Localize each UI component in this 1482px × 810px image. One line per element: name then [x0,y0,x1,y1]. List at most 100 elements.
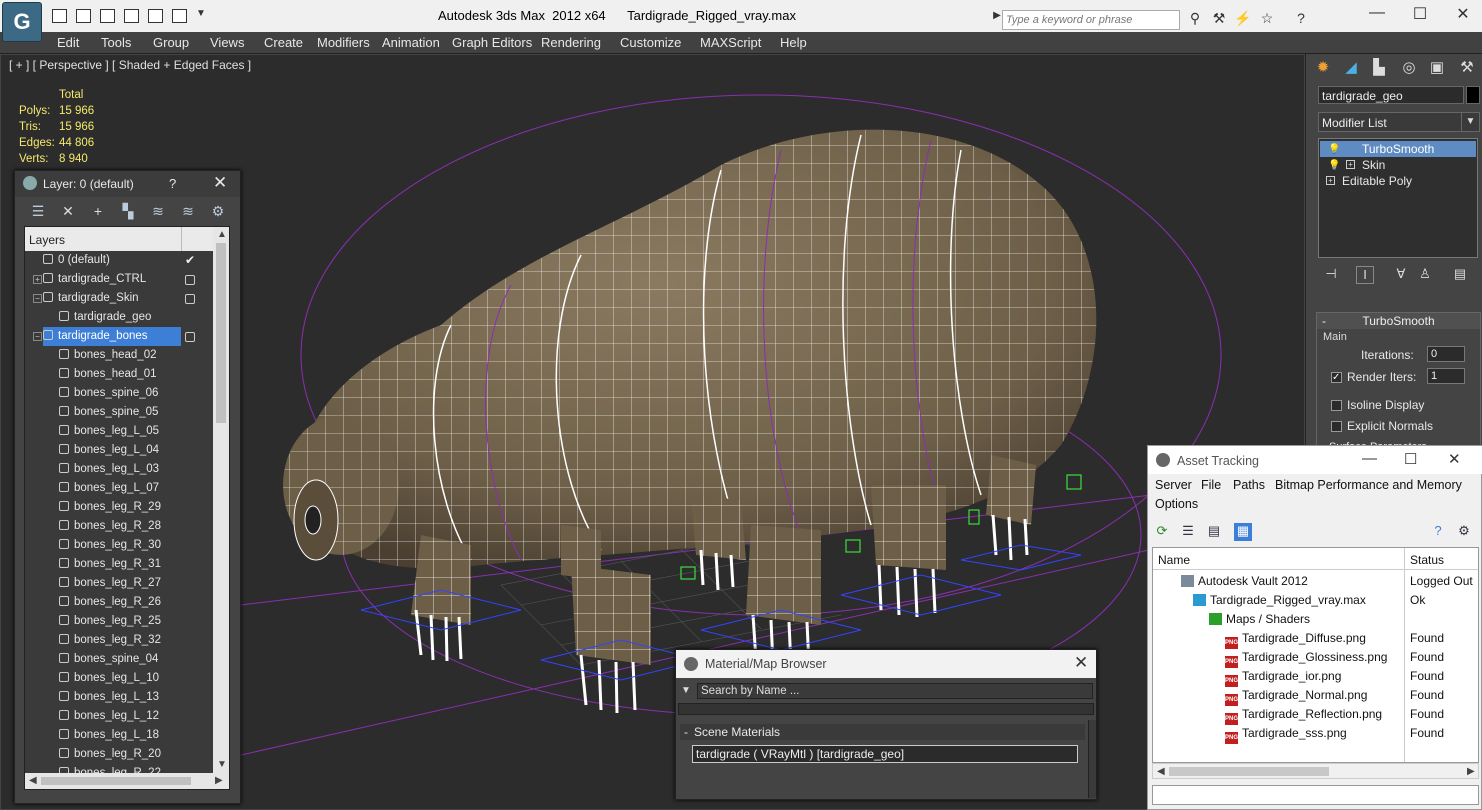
asset-row[interactable]: PNG Tardigrade_sss.png Found [1153,724,1478,744]
menu-server[interactable]: Server [1155,478,1192,492]
layer-row[interactable]: bones_leg_R_20 [59,745,211,764]
close-icon[interactable]: ✕ [213,173,227,193]
app-logo[interactable]: G [2,2,42,42]
list-view-icon[interactable]: ☰ [1179,523,1197,541]
layer-row[interactable]: bones_leg_L_03 [59,460,211,479]
layer-row[interactable]: bones_leg_L_12 [59,707,211,726]
expand-icon[interactable]: + [1346,160,1355,169]
layer-row[interactable]: bones_head_02 [59,346,211,365]
asset-row[interactable]: PNG Tardigrade_Glossiness.png Found [1153,648,1478,668]
vertical-scrollbar[interactable]: ▲ ▼ [213,227,229,773]
layer-row[interactable]: bones_leg_R_28 [59,517,211,536]
layer-window-titlebar[interactable]: Layer: 0 (default) ? ✕ [15,171,240,197]
render-iters-spinner[interactable]: 1 [1427,368,1465,384]
layers-column-header[interactable]: Layers [25,227,213,251]
menu-tools[interactable]: Tools [101,35,131,50]
remove-modifier-icon[interactable]: ♙ [1416,266,1434,284]
menu-rendering[interactable]: Rendering [541,35,601,50]
layer-row[interactable]: bones_leg_L_07 [59,479,211,498]
save-icon[interactable] [76,9,91,23]
close-icon[interactable]: ✕ [1074,653,1088,673]
delete-layer-icon[interactable]: ✕ [59,203,77,221]
menu-edit[interactable]: Edit [57,35,79,50]
project-folder-icon[interactable] [172,9,187,23]
object-name-field[interactable]: tardigrade_geo [1318,86,1464,104]
expand-icon[interactable]: + [33,275,42,284]
layer-row[interactable]: bones_leg_R_32 [59,631,211,650]
layer-row[interactable]: bones_leg_L_10 [59,669,211,688]
refresh-icon[interactable]: ⟳ [1153,523,1171,541]
lightbulb-icon[interactable]: 💡 [1328,142,1340,158]
set-current-checkbox[interactable] [185,332,195,342]
layer-row[interactable]: bones_spine_06 [59,384,211,403]
menu-animation[interactable]: Animation [382,35,440,50]
horizontal-scrollbar[interactable]: ◀ ▶ [1152,763,1479,779]
minimize-button[interactable]: — [1362,450,1377,467]
new-scene-icon[interactable] [100,9,115,23]
collapse-icon[interactable]: − [33,294,42,303]
help-icon[interactable]: ? [1292,10,1310,28]
material-search-input[interactable]: Search by Name ... [697,683,1093,699]
layer-row[interactable]: bones_spine_05 [59,403,211,422]
menu-graph-editors[interactable]: Graph Editors [452,35,532,50]
show-end-result-icon[interactable]: I [1356,266,1374,284]
select-objects-icon[interactable]: ▚ [119,203,137,221]
pin-stack-icon[interactable]: ⊣ [1322,266,1340,284]
asset-row[interactable]: Maps / Shaders [1153,610,1478,629]
undo-icon[interactable] [124,9,139,23]
search-input[interactable]: Type a keyword or phrase [1002,10,1180,30]
lightbulb-icon[interactable]: 💡 [1328,158,1340,174]
scene-materials-group[interactable]: - Scene Materials [680,724,1085,740]
collapse-icon[interactable]: − [33,332,42,341]
menu-maxscript[interactable]: MAXScript [700,35,761,50]
layer-row[interactable]: bones_spine_04 [59,650,211,669]
menu-modifiers[interactable]: Modifiers [317,35,370,50]
hierarchy-tab-icon[interactable]: ▙ [1368,58,1390,80]
tree-view-icon[interactable]: ▤ [1205,523,1223,541]
layer-row[interactable]: − tardigrade_bones [33,327,181,346]
create-layer-icon[interactable]: ☰ [29,203,47,221]
viewport-label[interactable]: [ + ] [ Perspective ] [ Shaded + Edged F… [9,58,251,72]
material-item[interactable]: tardigrade ( VRayMtl ) [tardigrade_geo] [692,745,1078,763]
asset-tracking-titlebar[interactable]: Asset Tracking — ☐ ✕ [1148,446,1482,474]
table-view-icon[interactable]: ▦ [1234,523,1252,541]
close-button[interactable]: ✕ [1448,4,1478,26]
asset-path-field[interactable] [1152,785,1479,805]
asset-row[interactable]: PNG Tardigrade_Normal.png Found [1153,686,1478,706]
menu-help[interactable]: Help [780,35,807,50]
help-button[interactable]: ? [169,176,176,191]
menu-create[interactable]: Create [264,35,303,50]
menu-group[interactable]: Group [153,35,189,50]
render-iters-checkbox[interactable]: ✓ [1331,372,1342,383]
stack-item-skin[interactable]: 💡 + Skin [1320,157,1476,173]
help-icon[interactable]: ? [1429,523,1447,541]
menu-bitmap-performance[interactable]: Bitmap Performance and Memory [1275,478,1462,492]
minimize-button[interactable]: — [1362,4,1392,26]
set-current-layer-icon[interactable]: ≋ [179,203,197,221]
set-current-checkbox[interactable] [185,275,195,285]
utilities-tab-icon[interactable]: ⚒ [1456,58,1478,80]
binoculars-icon[interactable]: ⚲ [1186,10,1204,28]
open-file-icon[interactable] [52,9,67,23]
layer-row[interactable]: bones_leg_L_13 [59,688,211,707]
layer-row[interactable]: bones_leg_R_26 [59,593,211,612]
modifier-list-dropdown[interactable]: Modifier List ▼ [1318,112,1480,132]
expand-icon[interactable]: + [1326,176,1335,185]
menu-customize[interactable]: Customize [620,35,681,50]
asset-row[interactable]: PNG Tardigrade_Reflection.png Found [1153,705,1478,725]
asset-row[interactable]: Tardigrade_Rigged_vray.max Ok [1153,591,1478,610]
communication-center-icon[interactable]: ⚡ [1234,10,1252,28]
maximize-button[interactable]: ☐ [1405,4,1435,26]
horizontal-scrollbar[interactable]: ◀ ▶ [25,773,229,789]
favorites-star-icon[interactable]: ☆ [1258,10,1276,28]
layer-row[interactable]: bones_leg_R_30 [59,536,211,555]
display-tab-icon[interactable]: ▣ [1426,58,1448,80]
asset-row[interactable]: PNG Tardigrade_ior.png Found [1153,667,1478,687]
set-current-checkbox[interactable] [185,294,195,304]
menu-paths[interactable]: Paths [1233,478,1265,492]
motion-tab-icon[interactable]: ◎ [1398,58,1420,80]
layer-row[interactable]: bones_leg_L_18 [59,726,211,745]
stack-item-turbosmooth[interactable]: 💡 TurboSmooth [1320,141,1476,157]
settings-icon[interactable]: ⚙ [1455,523,1473,541]
create-tab-icon[interactable]: ✹ [1312,58,1334,80]
